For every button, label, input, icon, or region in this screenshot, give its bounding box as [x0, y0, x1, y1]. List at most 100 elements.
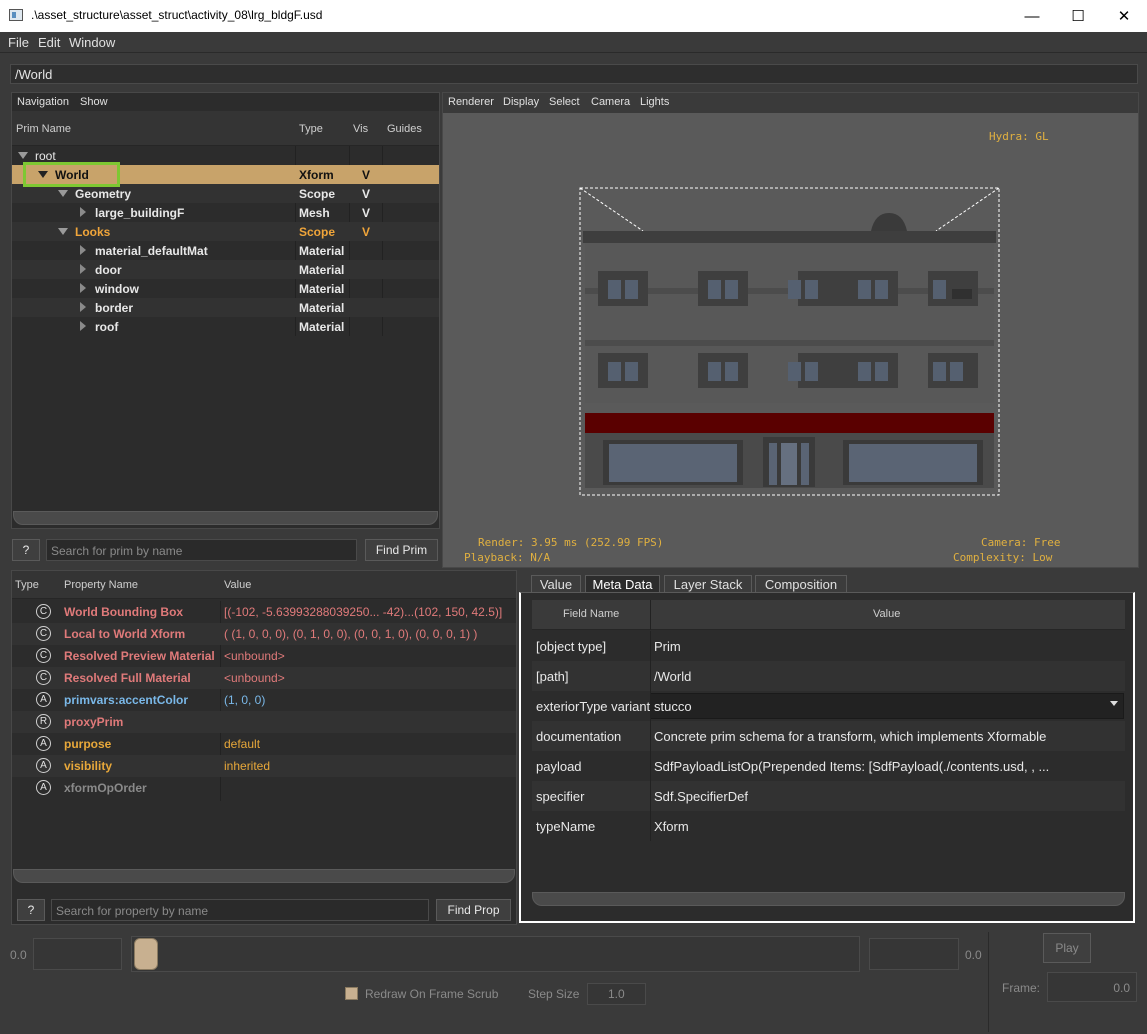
property-panel: Type Property Name Value C World Bounding… — [11, 570, 517, 925]
tree-row-large-buildingf[interactable]: large_buildingF Mesh V — [12, 203, 439, 222]
prop-help-button[interactable]: ? — [17, 899, 45, 921]
find-prop-button[interactable]: Find Prop — [436, 899, 511, 921]
tree-row-door[interactable]: door Material — [12, 260, 439, 279]
viewport-menu: Renderer Display Select Camera Lights — [443, 93, 1138, 113]
path-field[interactable]: /World — [10, 64, 1138, 84]
end-frame-input[interactable] — [869, 938, 959, 970]
expand-arrow-icon[interactable] — [80, 207, 86, 217]
property-row[interactable]: Avisibility inherited — [12, 755, 516, 777]
meta-row[interactable]: documentation Concrete prim schema for a… — [532, 721, 1125, 751]
menu-display[interactable]: Display — [503, 96, 539, 108]
property-row[interactable]: Apurpose default — [12, 733, 516, 755]
prim-tree-header: Prim Name Type Vis Guides — [12, 111, 439, 146]
prim-help-button[interactable]: ? — [12, 539, 40, 561]
tree-row-border[interactable]: border Material — [12, 298, 439, 317]
meta-row[interactable]: exteriorType variant stucco — [532, 691, 1125, 721]
tab-layer-stack[interactable]: Layer Stack — [664, 575, 752, 593]
tree-row-looks[interactable]: Looks Scope V — [12, 222, 439, 241]
property-row[interactable]: C World Bounding Box [(-102, -5.6399328803… — [12, 601, 516, 623]
frame-slider[interactable] — [131, 936, 860, 972]
property-type-icon: A — [36, 758, 51, 773]
property-row[interactable]: C Local to World Xform ( (1, 0, 0, 0), (0,… — [12, 623, 516, 645]
find-prim-button[interactable]: Find Prim — [365, 539, 438, 561]
col-property-name[interactable]: Property Name — [64, 579, 138, 591]
col-value[interactable]: Value — [873, 608, 900, 620]
chevron-down-icon[interactable] — [1110, 701, 1118, 706]
tab-value[interactable]: Value — [531, 575, 581, 593]
property-row[interactable]: C Resolved Full Material <unbound> — [12, 667, 516, 689]
property-row[interactable]: C Resolved Preview Material <unbound> — [12, 645, 516, 667]
meta-data-panel: Value Meta Data Layer Stack Composition … — [519, 570, 1139, 925]
prim-tree-scrollbar[interactable] — [13, 511, 438, 525]
property-name: Resolved Full Material — [64, 671, 191, 685]
tree-row-window[interactable]: window Material — [12, 279, 439, 298]
prop-search-input[interactable]: Search for property by name — [51, 899, 429, 921]
col-vis[interactable]: Vis — [353, 123, 368, 135]
expand-arrow-icon[interactable] — [58, 228, 68, 235]
tree-row-material-defaultmat[interactable]: material_defaultMat Material — [12, 241, 439, 260]
maximize-button[interactable]: ☐ — [1055, 0, 1101, 32]
col-type[interactable]: Type — [299, 123, 323, 135]
property-name: World Bounding Box — [64, 605, 184, 619]
property-type-icon: C — [36, 626, 51, 641]
step-size-input[interactable]: 1.0 — [587, 983, 646, 1005]
property-type-icon: C — [36, 604, 51, 619]
property-value: default — [224, 737, 261, 751]
tree-row-roof[interactable]: roof Material — [12, 317, 439, 336]
expand-arrow-icon[interactable] — [18, 152, 28, 159]
col-prim-name[interactable]: Prim Name — [16, 123, 71, 135]
tab-composition[interactable]: Composition — [755, 575, 847, 593]
meta-row[interactable]: specifier Sdf.SpecifierDef — [532, 781, 1125, 811]
property-name: proxyPrim — [64, 715, 124, 729]
frame-input[interactable]: 0.0 — [1047, 972, 1137, 1002]
meta-row[interactable]: typeName Xform — [532, 811, 1125, 841]
menu-lights[interactable]: Lights — [640, 96, 669, 108]
menu-file[interactable]: File — [8, 35, 29, 50]
complexity-stats: Complexity: Low — [953, 551, 1053, 564]
tab-meta-data[interactable]: Meta Data — [585, 575, 660, 593]
col-field-name[interactable]: Field Name — [563, 608, 619, 620]
timeline-bar: 0.0 0.0 Redraw On Frame Scrub Step Size … — [0, 928, 1147, 1034]
viewport-panel[interactable]: Renderer Display Select Camera Lights Hy… — [442, 92, 1139, 568]
expand-arrow-icon[interactable] — [80, 264, 86, 274]
property-scrollbar[interactable] — [13, 869, 515, 883]
menu-select[interactable]: Select — [549, 96, 580, 108]
expand-arrow-icon[interactable] — [80, 321, 86, 331]
property-type-icon: C — [36, 648, 51, 663]
slider-handle[interactable] — [134, 938, 158, 970]
property-type-icon: C — [36, 670, 51, 685]
prim-tree-body: root World Xform V Geometry Scope V larg… — [12, 146, 439, 336]
meta-row[interactable]: [path] /World — [532, 661, 1125, 691]
expand-arrow-icon[interactable] — [80, 245, 86, 255]
redraw-label: Redraw On Frame Scrub — [365, 987, 499, 1001]
meta-scrollbar[interactable] — [532, 892, 1125, 906]
minimize-button[interactable]: — — [1009, 0, 1055, 32]
variant-dropdown[interactable]: stucco — [650, 693, 1124, 719]
expand-arrow-icon[interactable] — [58, 190, 68, 197]
expand-arrow-icon[interactable] — [80, 283, 86, 293]
menu-window[interactable]: Window — [69, 35, 115, 50]
property-row[interactable]: AxformOpOrder — [12, 777, 516, 799]
frame-label: Frame: — [1002, 981, 1041, 995]
meta-row[interactable]: payload SdfPayloadListOp(Prepended Items… — [532, 751, 1125, 781]
col-value[interactable]: Value — [224, 579, 251, 591]
menu-show[interactable]: Show — [80, 96, 108, 108]
property-rows: C World Bounding Box [(-102, -5.6399328803… — [12, 601, 516, 801]
col-guides[interactable]: Guides — [387, 123, 422, 135]
property-type-icon: A — [36, 736, 51, 751]
expand-arrow-icon[interactable] — [80, 302, 86, 312]
menu-camera[interactable]: Camera — [591, 96, 630, 108]
property-row[interactable]: RproxyPrim — [12, 711, 516, 733]
redraw-checkbox[interactable] — [345, 987, 358, 1000]
menu-edit[interactable]: Edit — [38, 35, 60, 50]
play-button[interactable]: Play — [1043, 933, 1091, 963]
close-button[interactable]: ✕ — [1101, 0, 1147, 32]
playback-stats: Playback: N/A — [464, 551, 551, 564]
meta-row[interactable]: [object type] Prim — [532, 631, 1125, 661]
col-type[interactable]: Type — [15, 579, 39, 591]
start-frame-input[interactable] — [33, 938, 122, 970]
menu-navigation[interactable]: Navigation — [17, 96, 69, 108]
prim-search-input[interactable]: Search for prim by name — [46, 539, 357, 561]
property-row[interactable]: Aprimvars:accentColor (1, 0, 0) — [12, 689, 516, 711]
menu-renderer[interactable]: Renderer — [448, 96, 494, 108]
